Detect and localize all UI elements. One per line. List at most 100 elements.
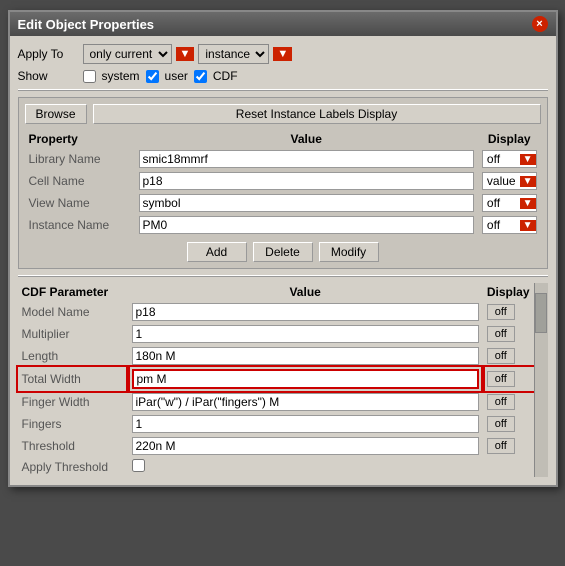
- show-label: Show: [18, 69, 83, 83]
- cdf-display-cell-6: off: [483, 435, 534, 457]
- cdf-display-btn-5[interactable]: off: [487, 416, 515, 432]
- property-section: Browse Reset Instance Labels Display Pro…: [18, 97, 548, 269]
- cdf-display-btn-1[interactable]: off: [487, 326, 515, 342]
- table-row: Cell Name value ▼: [25, 170, 541, 192]
- cdf-param-0: Model Name: [18, 301, 128, 323]
- cdf-display-btn-6[interactable]: off: [487, 438, 515, 454]
- cdf-header-param: CDF Parameter: [18, 283, 128, 301]
- scrollbar[interactable]: [534, 283, 548, 477]
- display-dropdown-1: value ▼: [482, 172, 537, 190]
- cdf-param-6: Threshold: [18, 435, 128, 457]
- display-arrow-3[interactable]: ▼: [520, 220, 536, 231]
- cdf-value-input-3[interactable]: [132, 369, 479, 389]
- cdf-checkbox[interactable]: [194, 70, 207, 83]
- display-value-3: off: [483, 217, 520, 233]
- display-arrow-1[interactable]: ▼: [520, 176, 536, 187]
- display-value-0: off: [483, 151, 520, 167]
- table-row: Multiplier off: [18, 323, 534, 345]
- cdf-value-cell-4: [128, 391, 483, 413]
- modify-button[interactable]: Modify: [319, 242, 379, 262]
- cdf-section-wrapper: CDF Parameter Value Display Model Name o…: [18, 283, 548, 477]
- table-row: View Name off ▼: [25, 192, 541, 214]
- display-value-1: value: [483, 173, 520, 189]
- prop-label-0: Library Name: [25, 148, 135, 170]
- table-row: Length off: [18, 345, 534, 367]
- display-dropdown-3: off ▼: [482, 216, 537, 234]
- cdf-value-cell-3: [128, 367, 483, 391]
- cdf-display-cell-2: off: [483, 345, 534, 367]
- cdf-label: CDF: [213, 69, 238, 83]
- cdf-table-header: CDF Parameter Value Display: [18, 283, 534, 301]
- table-row: Instance Name off ▼: [25, 214, 541, 236]
- scrollbar-thumb[interactable]: [535, 293, 547, 333]
- cdf-display-cell-7: [483, 457, 534, 477]
- cdf-value-input-0[interactable]: [132, 303, 479, 321]
- apply-to-dropdown2-arrow[interactable]: ▼: [273, 47, 292, 61]
- table-row: Fingers off: [18, 413, 534, 435]
- prop-label-2: View Name: [25, 192, 135, 214]
- system-label: system: [102, 69, 140, 83]
- cdf-value-cell-0: [128, 301, 483, 323]
- prop-value-input-2[interactable]: [139, 194, 474, 212]
- table-row: Finger Width off: [18, 391, 534, 413]
- prop-header-display: Display: [478, 130, 541, 148]
- cdf-value-input-1[interactable]: [132, 325, 479, 343]
- prop-value-input-3[interactable]: [139, 216, 474, 234]
- table-row: Threshold off: [18, 435, 534, 457]
- cdf-param-4: Finger Width: [18, 391, 128, 413]
- table-row: Total Width off: [18, 367, 534, 391]
- cdf-value-input-6[interactable]: [132, 437, 479, 455]
- cdf-display-cell-5: off: [483, 413, 534, 435]
- prop-value-cell-2: [135, 192, 478, 214]
- user-label: user: [165, 69, 188, 83]
- cdf-header-display: Display: [483, 283, 534, 301]
- apply-threshold-checkbox[interactable]: [132, 459, 145, 472]
- property-table: Property Value Display Library Name off …: [25, 130, 541, 236]
- title-bar: Edit Object Properties ×: [10, 12, 556, 36]
- delete-button[interactable]: Delete: [253, 242, 313, 262]
- cdf-param-3: Total Width: [18, 367, 128, 391]
- display-arrow-2[interactable]: ▼: [520, 198, 536, 209]
- cdf-display-cell-0: off: [483, 301, 534, 323]
- prop-value-input-1[interactable]: [139, 172, 474, 190]
- display-arrow-0[interactable]: ▼: [520, 154, 536, 165]
- prop-label-1: Cell Name: [25, 170, 135, 192]
- prop-value-input-0[interactable]: [139, 150, 474, 168]
- cdf-display-btn-4[interactable]: off: [487, 394, 515, 410]
- apply-to-select1[interactable]: only current all: [83, 44, 172, 64]
- table-row: Model Name off: [18, 301, 534, 323]
- table-row: Apply Threshold: [18, 457, 534, 477]
- show-row: Show system user CDF: [18, 69, 548, 83]
- prop-value-cell-3: [135, 214, 478, 236]
- cdf-table: CDF Parameter Value Display Model Name o…: [18, 283, 534, 477]
- prop-value-cell-1: [135, 170, 478, 192]
- reset-button[interactable]: Reset Instance Labels Display: [93, 104, 541, 124]
- cdf-value-input-5[interactable]: [132, 415, 479, 433]
- cdf-display-cell-3: off: [483, 367, 534, 391]
- display-dropdown-0: off ▼: [482, 150, 537, 168]
- prop-header-property: Property: [25, 130, 135, 148]
- prop-display-cell-3: off ▼: [478, 214, 541, 236]
- table-row: Library Name off ▼: [25, 148, 541, 170]
- separator1: [18, 89, 548, 91]
- cdf-value-cell-2: [128, 345, 483, 367]
- cdf-display-btn-2[interactable]: off: [487, 348, 515, 364]
- cdf-header-value: Value: [128, 283, 483, 301]
- cdf-param-7: Apply Threshold: [18, 457, 128, 477]
- close-button[interactable]: ×: [532, 16, 548, 32]
- dialog-body: Apply To only current all ▼ instance cel…: [10, 36, 556, 485]
- prop-display-cell-2: off ▼: [478, 192, 541, 214]
- system-checkbox[interactable]: [83, 70, 96, 83]
- cdf-value-input-2[interactable]: [132, 347, 479, 365]
- apply-to-dropdown1-arrow[interactable]: ▼: [176, 47, 195, 61]
- cdf-display-btn-0[interactable]: off: [487, 304, 515, 320]
- add-button[interactable]: Add: [187, 242, 247, 262]
- cdf-display-btn-3[interactable]: off: [487, 371, 515, 387]
- apply-to-select2[interactable]: instance cell view: [198, 44, 269, 64]
- browse-button[interactable]: Browse: [25, 104, 87, 124]
- user-checkbox[interactable]: [146, 70, 159, 83]
- property-table-header: Property Value Display: [25, 130, 541, 148]
- prop-label-3: Instance Name: [25, 214, 135, 236]
- cdf-value-input-4[interactable]: [132, 393, 479, 411]
- cdf-param-1: Multiplier: [18, 323, 128, 345]
